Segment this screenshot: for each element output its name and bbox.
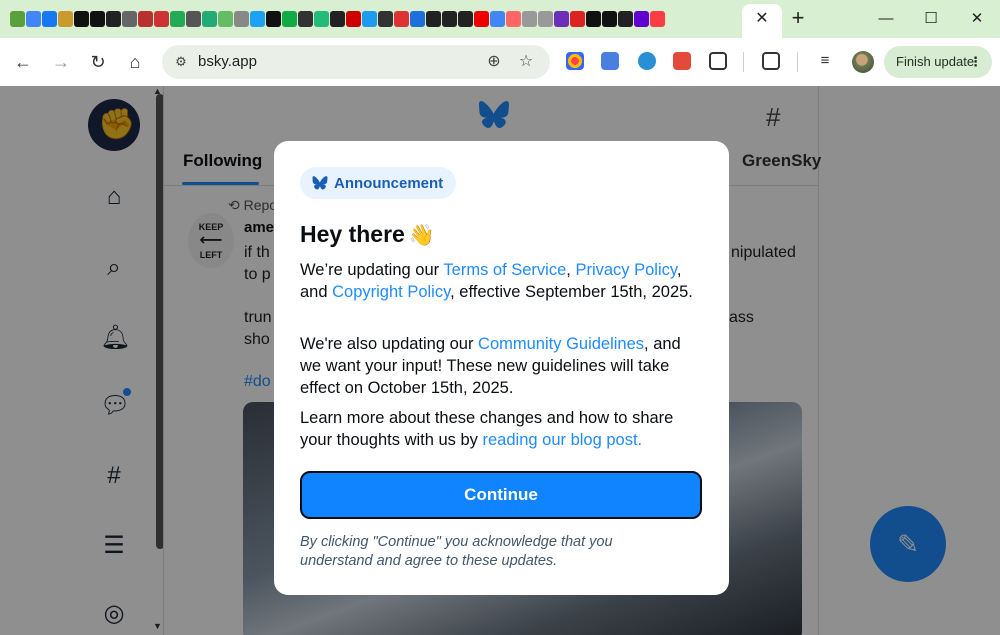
butterfly-icon <box>312 176 328 190</box>
tab-favicon[interactable] <box>314 11 329 27</box>
tab-favicon[interactable] <box>522 11 537 27</box>
toolbar-divider <box>743 52 744 72</box>
tab-favicon[interactable] <box>490 11 505 27</box>
tab-favicon[interactable] <box>570 11 585 27</box>
browser-toolbar: ← → ↻ ⌂ ⚙ bsky.app ⊕ ☆ ≡ Finish update ⋮ <box>0 38 1000 86</box>
community-guidelines-link[interactable]: Community Guidelines <box>478 335 644 353</box>
tab-favicon[interactable] <box>634 11 649 27</box>
extension-icon[interactable] <box>566 52 584 70</box>
tab-search-icon[interactable] <box>762 52 780 70</box>
tab-favicon[interactable] <box>602 11 617 27</box>
announcement-label: Announcement <box>334 174 444 192</box>
tab-favicon[interactable] <box>298 11 313 27</box>
tab-favicon[interactable] <box>90 11 105 27</box>
finish-update-label: Finish update <box>896 54 975 69</box>
tab-favicon[interactable] <box>554 11 569 27</box>
acknowledgement-text: By clicking "Continue" you acknowledge t… <box>300 534 613 569</box>
tab-favicon[interactable] <box>330 11 345 27</box>
tab-favicon[interactable] <box>474 11 489 27</box>
finish-update-button[interactable]: Finish update ⋮ <box>884 46 992 78</box>
tab-favicon[interactable] <box>362 11 377 27</box>
tab-favicon[interactable] <box>346 11 361 27</box>
tab-favicon[interactable] <box>266 11 281 27</box>
tab-favicon[interactable] <box>10 11 25 27</box>
window-close-button[interactable]: ✕ <box>954 6 1000 32</box>
terms-update-paragraph: We’re updating our Terms of Service, Pri… <box>300 259 706 303</box>
tab-favicon[interactable] <box>442 11 457 27</box>
tab-favicon[interactable] <box>138 11 153 27</box>
url-text[interactable]: bsky.app <box>198 53 257 70</box>
tab-favicon[interactable] <box>282 11 297 27</box>
home-button[interactable]: ⌂ <box>123 50 147 74</box>
address-bar[interactable]: ⚙ bsky.app ⊕ ☆ <box>162 45 550 79</box>
extension-m-icon[interactable] <box>638 52 656 70</box>
tab-favicon[interactable] <box>74 11 89 27</box>
extensions-puzzle-icon[interactable] <box>709 52 727 70</box>
tab-favicons[interactable] <box>10 9 665 29</box>
translate-extension-icon[interactable] <box>601 52 619 70</box>
maximize-button[interactable]: ☐ <box>908 6 954 32</box>
para-text: We're also updating our <box>300 335 479 353</box>
tab-favicon[interactable] <box>234 11 249 27</box>
extension-red-icon[interactable] <box>673 52 691 70</box>
tab-favicon[interactable] <box>122 11 137 27</box>
tab-favicon[interactable] <box>250 11 265 27</box>
toolbar-divider <box>797 52 798 72</box>
tab-favicon[interactable] <box>42 11 57 27</box>
tab-favicon[interactable] <box>170 11 185 27</box>
new-tab-button[interactable]: + <box>786 7 810 31</box>
minimize-button[interactable]: — <box>863 6 909 32</box>
tab-favicon[interactable] <box>58 11 73 27</box>
media-controls-icon[interactable]: ≡ <box>816 52 834 70</box>
tab-favicon[interactable] <box>426 11 441 27</box>
waving-hand-icon: 👋 <box>408 224 435 247</box>
para-text: We’re updating our <box>300 261 444 279</box>
tab-favicon[interactable] <box>394 11 409 27</box>
tab-favicon[interactable] <box>202 11 217 27</box>
tab-favicon[interactable] <box>26 11 41 27</box>
tab-favicon[interactable] <box>186 11 201 27</box>
tab-favicon[interactable] <box>586 11 601 27</box>
tab-favicon[interactable] <box>218 11 233 27</box>
guidelines-paragraph: We're also updating our Community Guidel… <box>300 333 706 399</box>
menu-dots-icon: ⋮ <box>969 54 982 69</box>
para-text: , effective September 15th, 2025. <box>450 283 693 301</box>
privacy-policy-link[interactable]: Privacy Policy <box>575 261 676 279</box>
continue-button[interactable]: Continue <box>300 471 702 519</box>
tab-favicon[interactable] <box>458 11 473 27</box>
dialog-title: Hey there 👋 <box>300 221 435 248</box>
announcement-dialog: Announcement Hey there 👋 We’re updating o… <box>274 141 729 595</box>
tab-strip: ✕ + — ☐ ✕ <box>0 0 1000 38</box>
announcement-badge: Announcement <box>300 167 457 199</box>
tab-favicon[interactable] <box>650 11 665 27</box>
tab-favicon[interactable] <box>410 11 425 27</box>
forward-button[interactable]: → <box>49 50 73 74</box>
tab-favicon[interactable] <box>618 11 633 27</box>
bookmark-star-icon[interactable]: ☆ <box>516 52 536 72</box>
close-icon[interactable]: ✕ <box>752 9 772 29</box>
dialog-title-text: Hey there <box>300 221 405 247</box>
tab-favicon[interactable] <box>378 11 393 27</box>
learn-more-paragraph: Learn more about these changes and how t… <box>300 407 706 451</box>
zoom-icon[interactable]: ⊕ <box>484 52 504 72</box>
copyright-policy-link[interactable]: Copyright Policy <box>332 283 450 301</box>
site-info-icon[interactable]: ⚙ <box>172 53 190 71</box>
tab-favicon[interactable] <box>154 11 169 27</box>
profile-avatar[interactable] <box>852 51 874 73</box>
tab-favicon[interactable] <box>506 11 521 27</box>
terms-of-service-link[interactable]: Terms of Service <box>443 261 566 279</box>
tab-favicon[interactable] <box>538 11 553 27</box>
back-button[interactable]: ← <box>11 50 35 74</box>
tab-favicon[interactable] <box>106 11 121 27</box>
reload-button[interactable]: ↻ <box>86 50 110 74</box>
blog-post-link[interactable]: reading our blog post. <box>483 431 643 449</box>
